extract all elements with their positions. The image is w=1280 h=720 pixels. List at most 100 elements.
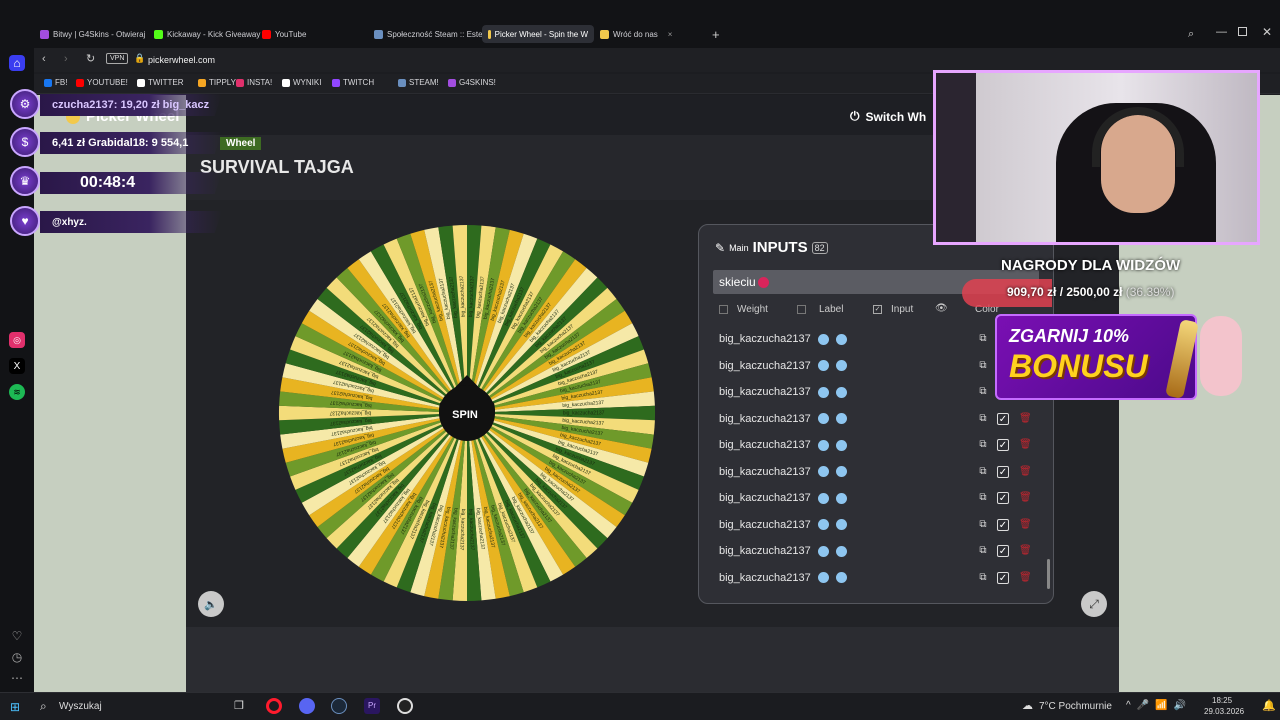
enabled-checkbox[interactable]: ✓: [997, 518, 1009, 531]
bookmark-steam[interactable]: STEAM!: [398, 78, 439, 87]
delete-icon[interactable]: 🗑: [1019, 466, 1032, 478]
delete-icon[interactable]: 🗑: [1019, 572, 1032, 584]
enabled-checkbox[interactable]: ✓: [997, 545, 1009, 557]
minimize-icon[interactable]: —: [1216, 26, 1227, 38]
duplicate-icon[interactable]: ⧉: [977, 572, 989, 584]
steam-taskbar-icon[interactable]: [331, 698, 347, 714]
input-row[interactable]: big_kaczucha2137: [713, 539, 973, 563]
spotify-icon[interactable]: ≋: [9, 384, 25, 400]
delete-icon[interactable]: 🗑: [1019, 519, 1032, 531]
bookmark-insta[interactable]: INSTA!: [236, 78, 272, 87]
duplicate-icon[interactable]: ⧉: [977, 519, 989, 531]
more-icon[interactable]: ⋯: [9, 670, 25, 686]
visibility-icon[interactable]: 👁: [935, 303, 948, 314]
url-input[interactable]: [148, 52, 648, 68]
duplicate-icon[interactable]: ⧉: [977, 386, 989, 398]
duplicate-icon[interactable]: ⧉: [977, 492, 989, 504]
input-row[interactable]: big_kaczucha2137: [713, 566, 973, 590]
premiere-taskbar-icon[interactable]: Pr: [364, 698, 380, 714]
reload-icon[interactable]: ↻: [86, 52, 95, 65]
forward-icon[interactable]: ›: [64, 53, 68, 65]
enabled-checkbox[interactable]: ✓: [997, 571, 1009, 584]
input-row[interactable]: big_kaczucha2137: [713, 327, 973, 351]
search-icon[interactable]: ⌕: [40, 699, 47, 714]
mute-button[interactable]: 🔈: [198, 591, 224, 617]
bookmark-youtube[interactable]: YOUTUBE!: [76, 78, 128, 87]
new-tab-button[interactable]: +: [712, 27, 720, 42]
tray-icons[interactable]: ^🎤📶🔊: [1126, 700, 1192, 711]
instagram-icon[interactable]: ◎: [9, 332, 25, 348]
close-window-icon[interactable]: ✕: [1262, 25, 1272, 39]
home-icon[interactable]: ⌂: [9, 55, 25, 71]
bookmark-tipply[interactable]: TIPPLY: [198, 78, 236, 87]
input-row[interactable]: big_kaczucha2137: [713, 407, 973, 431]
weight-checkbox[interactable]: [719, 305, 728, 314]
label-checkbox[interactable]: [797, 305, 806, 314]
list-scrollbar[interactable]: [1047, 559, 1050, 589]
bookmark-wyniki[interactable]: WYNIKI: [282, 78, 321, 87]
duplicate-icon[interactable]: ⧉: [977, 439, 989, 451]
delete-icon[interactable]: 🗑: [1019, 545, 1032, 557]
start-icon[interactable]: ⊞: [10, 700, 20, 714]
picker-wheel[interactable]: big_kaczucha2137 big_kaczucha2137big_kacz…: [272, 225, 662, 610]
input-row[interactable]: big_kaczucha2137: [713, 433, 973, 457]
x-twitter-icon[interactable]: X: [9, 358, 25, 374]
fullscreen-button[interactable]: ⤢: [1081, 591, 1107, 617]
delete-icon[interactable]: 🗑: [1019, 439, 1032, 451]
duplicate-icon[interactable]: ⧉: [977, 466, 989, 478]
enabled-checkbox[interactable]: ✓: [997, 492, 1009, 504]
delete-icon[interactable]: 🗑: [1019, 492, 1032, 504]
history-icon[interactable]: ◷: [9, 649, 25, 665]
spin-button[interactable]: SPIN: [452, 409, 478, 421]
tab-picker-wheel[interactable]: Picker Wheel - Spin the W: [482, 25, 594, 43]
wheel-tab[interactable]: Wheel: [220, 137, 262, 150]
vpn-badge[interactable]: VPN: [106, 53, 129, 64]
heart-icon[interactable]: ♡: [9, 628, 25, 644]
tab-youtube[interactable]: YouTube: [256, 25, 312, 43]
input-row[interactable]: big_kaczucha2137: [713, 380, 973, 404]
delete-icon[interactable]: 🗑: [1019, 413, 1032, 425]
enabled-checkbox[interactable]: ✓: [997, 439, 1009, 451]
input-row[interactable]: big_kaczucha2137: [713, 513, 973, 537]
enabled-checkbox[interactable]: ✓: [997, 465, 1009, 478]
duplicate-icon[interactable]: ⧉: [977, 333, 989, 345]
search-tabs-icon[interactable]: ⌕: [1188, 28, 1194, 41]
edit-icon: ✎: [715, 240, 726, 255]
duplicate-icon[interactable]: ⧉: [977, 413, 989, 425]
tab-favicon-icon: [262, 29, 271, 39]
emoji-icon: [835, 545, 847, 557]
weather-text[interactable]: 7°C Pochmurnie: [1039, 701, 1112, 712]
duplicate-icon[interactable]: ⧉: [977, 360, 989, 372]
input-row[interactable]: big_kaczucha2137: [713, 486, 973, 510]
close-tab-icon[interactable]: ×: [668, 30, 673, 39]
bookmark-twitch[interactable]: TWITCH: [332, 78, 374, 87]
opera-taskbar-icon[interactable]: [266, 698, 282, 714]
obs-taskbar-icon[interactable]: [397, 698, 413, 714]
tab-kickaway[interactable]: Kickaway - Kick Giveaway: [148, 25, 266, 43]
bonus-banner[interactable]: ZGARNIJ 10% BONUSU: [995, 314, 1199, 400]
bonus-top-text: ZGARNIJ 10%: [1009, 326, 1130, 346]
bookmark-twitter[interactable]: TWITTER: [137, 78, 184, 87]
taskbar-search-label[interactable]: Wyszukaj: [59, 701, 102, 712]
discord-taskbar-icon[interactable]: [299, 698, 315, 714]
tab-steam-community[interactable]: Społeczność Steam :: Este: [368, 25, 489, 43]
inputs-mode[interactable]: Main: [729, 243, 749, 253]
switch-wheel-button[interactable]: ⏻ Switch Wh: [850, 109, 926, 124]
notifications-icon[interactable]: 🔔: [1262, 699, 1276, 712]
wheel-title[interactable]: SURVIVAL TAJGA: [200, 157, 354, 178]
maximize-icon[interactable]: [1238, 27, 1247, 36]
input-checkbox[interactable]: ✓: [873, 305, 882, 314]
clock-date[interactable]: 29.03.2026: [1204, 707, 1244, 716]
task-view-icon[interactable]: ❐: [234, 699, 244, 712]
back-icon[interactable]: ‹: [42, 53, 46, 65]
tab-wroc-do-nas[interactable]: Wróć do nas ×: [594, 25, 678, 43]
input-row[interactable]: big_kaczucha2137: [713, 354, 973, 378]
bookmark-g4skins[interactable]: G4SKINS!: [448, 78, 496, 87]
tab-g4skins[interactable]: Bitwy | G4Skins - Otwieraj: [34, 25, 151, 43]
bookmark-label: STEAM!: [409, 78, 439, 87]
duplicate-icon[interactable]: ⧉: [977, 545, 989, 557]
bookmark-fb[interactable]: FB!: [44, 78, 67, 87]
clock-time[interactable]: 18:25: [1212, 696, 1232, 705]
input-row[interactable]: big_kaczucha2137: [713, 460, 973, 484]
enabled-checkbox[interactable]: ✓: [997, 412, 1009, 425]
